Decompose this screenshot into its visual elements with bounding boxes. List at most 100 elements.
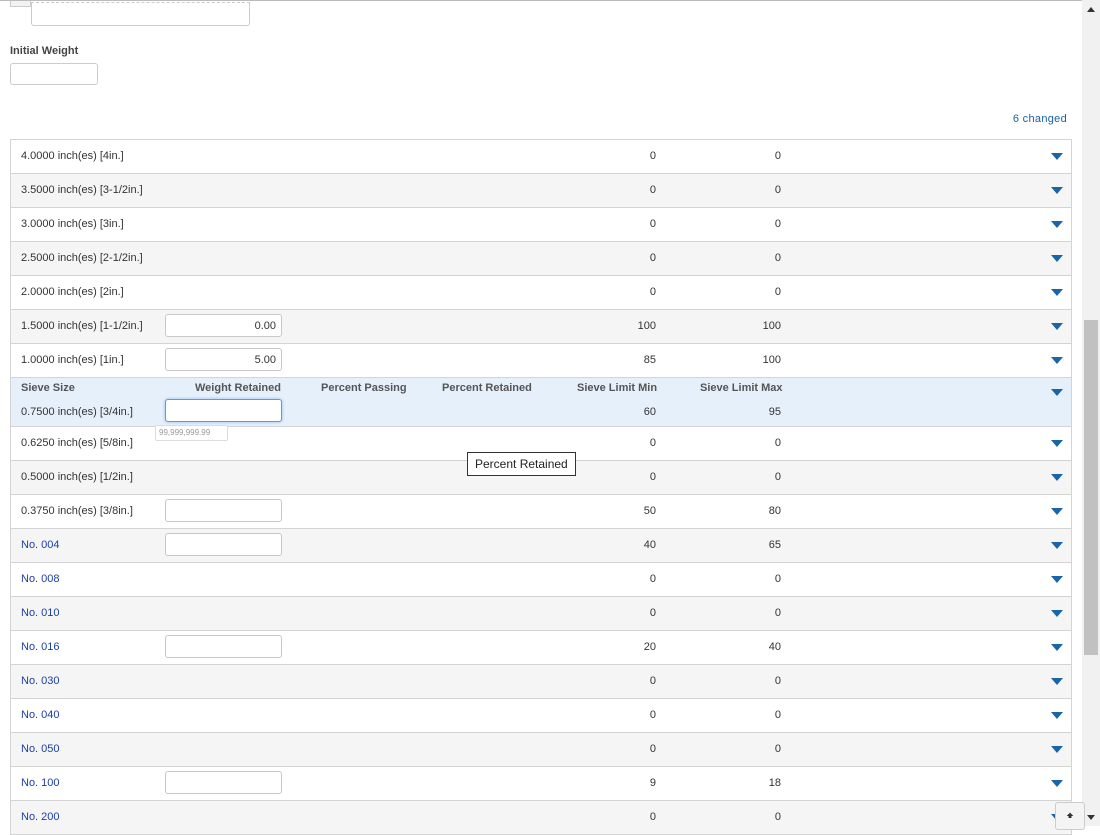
chevron-down-icon[interactable] — [1051, 610, 1063, 617]
chevron-down-icon[interactable] — [1051, 542, 1063, 549]
sieve-limit-min: 0 — [649, 437, 656, 449]
sieve-limit-min: 0 — [649, 286, 656, 298]
sieve-limit-max: 0 — [774, 811, 781, 823]
sieve-row[interactable]: 2.5000 inch(es) [2-1/2in.] 0 0 — [11, 242, 1071, 276]
sieve-limit-min: 0 — [649, 573, 656, 585]
sieve-limit-min: 0 — [649, 743, 656, 755]
sieve-row[interactable]: No. 200 0 0 — [11, 801, 1071, 835]
chevron-down-icon[interactable] — [1051, 508, 1063, 515]
chevron-down-icon[interactable] — [1051, 780, 1063, 787]
sieve-row[interactable]: 1.0000 inch(es) [1in.] 85 100 — [11, 344, 1071, 378]
sieve-name: 2.0000 inch(es) [2in.] — [21, 286, 124, 298]
sieve-row[interactable]: 3.5000 inch(es) [3-1/2in.] 0 0 — [11, 174, 1071, 208]
sieve-row-expanded[interactable]: Sieve Size Weight Retained Percent Passi… — [11, 378, 1071, 427]
initial-weight-input[interactable] — [10, 63, 98, 85]
chevron-down-icon[interactable] — [1051, 323, 1063, 330]
chevron-down-icon[interactable] — [1051, 712, 1063, 719]
chevron-down-icon[interactable] — [1051, 357, 1063, 364]
sieve-limit-min: 0 — [649, 471, 656, 483]
weight-retained-input[interactable] — [165, 499, 282, 522]
sieve-name: 0.5000 inch(es) [1/2in.] — [21, 471, 133, 483]
sieve-name: 0.3750 inch(es) [3/8in.] — [21, 505, 133, 517]
sieve-row[interactable]: No. 100 9 18 — [11, 767, 1071, 801]
top-field[interactable] — [31, 2, 250, 26]
scrollbar-thumb[interactable] — [1084, 320, 1098, 655]
chevron-down-icon[interactable] — [1051, 440, 1063, 447]
sieve-limit-max: 0 — [774, 218, 781, 230]
sieve-name: No. 040 — [21, 709, 60, 721]
sieve-name: No. 030 — [21, 675, 60, 687]
scroll-up-arrow-icon[interactable] — [1087, 7, 1095, 12]
initial-weight-label: Initial Weight — [10, 45, 79, 57]
sieve-limit-max: 95 — [768, 406, 781, 418]
sieve-limit-max: 0 — [774, 471, 781, 483]
chevron-down-icon[interactable] — [1051, 289, 1063, 296]
sieve-row[interactable]: 3.0000 inch(es) [3in.] 0 0 — [11, 208, 1071, 242]
col-header-sieve-limit-max: Sieve Limit Max — [700, 382, 783, 394]
sieve-name: No. 010 — [21, 607, 60, 619]
sieve-row[interactable]: No. 040 0 0 — [11, 699, 1071, 733]
weight-retained-input[interactable] — [165, 314, 282, 337]
chevron-down-icon[interactable] — [1051, 576, 1063, 583]
sieve-name: No. 050 — [21, 743, 60, 755]
sieve-limit-max: 18 — [768, 777, 781, 789]
chevron-down-icon[interactable] — [1051, 678, 1063, 685]
sieve-limit-max: 0 — [774, 437, 781, 449]
col-header-sieve-size: Sieve Size — [21, 382, 75, 394]
sieve-name: 0.6250 inch(es) [5/8in.] — [21, 437, 133, 449]
weight-retained-input[interactable] — [165, 348, 282, 371]
changed-count[interactable]: 6 changed — [1013, 113, 1067, 125]
scroll-down-arrow-icon[interactable] — [1087, 815, 1095, 820]
sieve-limit-max: 100 — [762, 354, 781, 366]
sieve-row[interactable]: No. 016 20 40 — [11, 631, 1071, 665]
sieve-limit-min: 9 — [649, 777, 656, 789]
sieve-row[interactable]: 1.5000 inch(es) [1-1/2in.] 100 100 — [11, 310, 1071, 344]
col-header-percent-passing: Percent Passing — [321, 382, 407, 394]
sieve-limit-max: 0 — [774, 607, 781, 619]
col-header-percent-retained: Percent Retained — [442, 382, 532, 394]
weight-retained-input[interactable] — [165, 635, 282, 658]
sieve-name: 3.5000 inch(es) [3-1/2in.] — [21, 184, 143, 196]
weight-retained-input[interactable] — [165, 533, 282, 556]
top-border — [0, 0, 1082, 1]
sieve-name: No. 016 — [21, 641, 60, 653]
sieve-row[interactable]: 2.0000 inch(es) [2in.] 0 0 — [11, 276, 1071, 310]
sieve-name: No. 100 — [21, 777, 60, 789]
sieve-row[interactable]: No. 008 0 0 — [11, 563, 1071, 597]
sieve-limit-max: 0 — [774, 150, 781, 162]
sieve-limit-min: 60 — [643, 406, 656, 418]
chevron-down-icon[interactable] — [1051, 474, 1063, 481]
sieve-row[interactable]: No. 004 40 65 — [11, 529, 1071, 563]
sieve-row[interactable]: No. 050 0 0 — [11, 733, 1071, 767]
sieve-row[interactable]: 0.3750 inch(es) [3/8in.] 50 80 — [11, 495, 1071, 529]
sieve-name: 1.0000 inch(es) [1in.] — [21, 354, 124, 366]
sieve-row[interactable]: No. 030 0 0 — [11, 665, 1071, 699]
sieve-name: No. 200 — [21, 811, 60, 823]
top-field-tab — [10, 1, 31, 7]
chevron-down-icon[interactable] — [1051, 389, 1063, 396]
sieve-name: 4.0000 inch(es) [4in.] — [21, 150, 124, 162]
sieve-row[interactable]: No. 010 0 0 — [11, 597, 1071, 631]
sieve-limit-max: 0 — [774, 709, 781, 721]
sieve-limit-min: 0 — [649, 218, 656, 230]
sieve-limit-min: 0 — [649, 150, 656, 162]
sieve-limit-min: 20 — [643, 641, 656, 653]
sieve-name: 0.7500 inch(es) [3/4in.] — [21, 406, 133, 418]
column-tooltip: Percent Retained — [467, 452, 576, 476]
sieve-limit-min: 0 — [649, 607, 656, 619]
chevron-down-icon[interactable] — [1051, 255, 1063, 262]
chevron-down-icon[interactable] — [1051, 644, 1063, 651]
sieve-limit-min: 50 — [643, 505, 656, 517]
chevron-down-icon[interactable] — [1051, 187, 1063, 194]
sieve-limit-min: 40 — [643, 539, 656, 551]
sieve-limit-max: 0 — [774, 184, 781, 196]
chevron-down-icon[interactable] — [1051, 746, 1063, 753]
sieve-row[interactable]: 4.0000 inch(es) [4in.] 0 0 — [11, 140, 1071, 174]
sieve-limit-max: 0 — [774, 675, 781, 687]
chevron-down-icon[interactable] — [1051, 153, 1063, 160]
weight-retained-input[interactable] — [165, 771, 282, 794]
chevron-down-icon[interactable] — [1051, 221, 1063, 228]
weight-retained-input[interactable] — [165, 399, 282, 422]
col-header-sieve-limit-min: Sieve Limit Min — [577, 382, 658, 394]
sieve-limit-min: 0 — [649, 811, 656, 823]
